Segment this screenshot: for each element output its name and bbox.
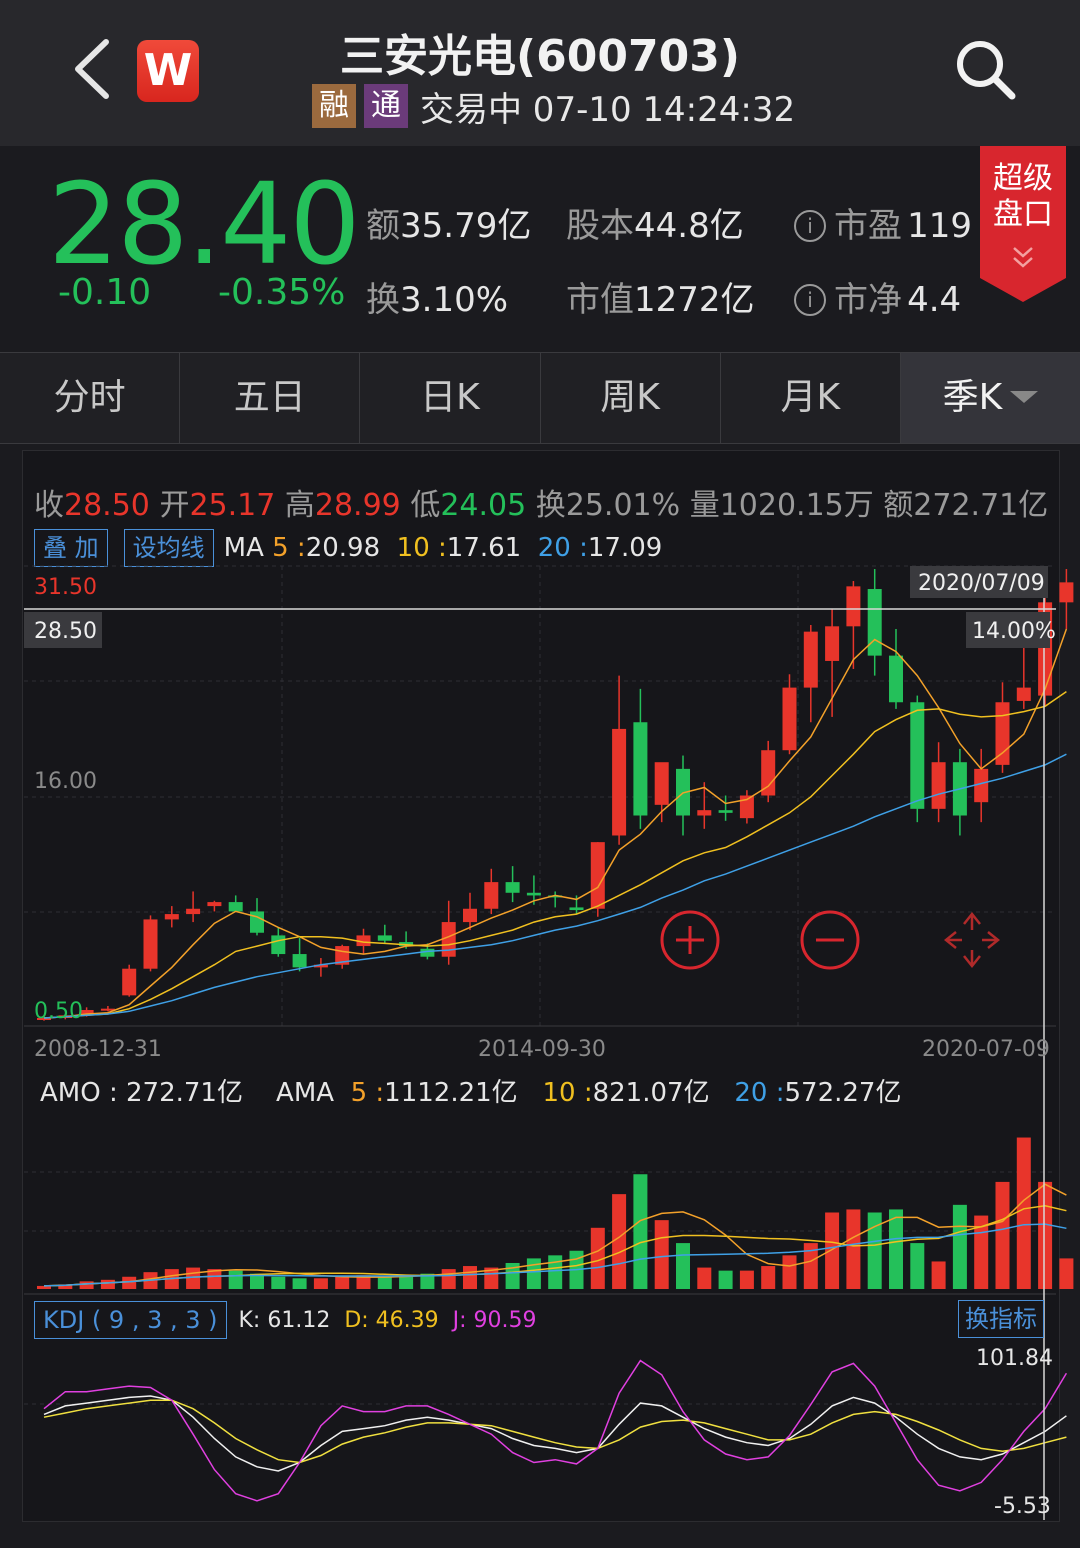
volume-bar [931, 1261, 946, 1289]
volume-bar [548, 1255, 563, 1289]
volume-bar [463, 1266, 477, 1289]
kdj-row: KDJ ( 9 , 3 , 3 ) K: 61.12 D: 46.39 J: 9… [34, 1300, 537, 1340]
kdj-params-button[interactable]: KDJ ( 9 , 3 , 3 ) [34, 1301, 227, 1339]
candle [207, 902, 222, 907]
volume-bar [825, 1212, 840, 1289]
candle [143, 919, 158, 969]
candle [526, 892, 541, 896]
candle [441, 922, 456, 957]
candle [889, 655, 903, 703]
candle [377, 935, 392, 941]
candle [1059, 582, 1074, 603]
candle [782, 687, 797, 751]
candle [867, 589, 882, 656]
volume-bar [697, 1267, 712, 1289]
candle [654, 762, 669, 805]
x-axis-label-mid: 2014-09-30 [478, 1037, 606, 1062]
candle [910, 702, 925, 809]
candle [228, 902, 243, 912]
candle [633, 722, 648, 816]
ama20-key: 20 : [734, 1078, 785, 1108]
candle [250, 911, 264, 933]
volume-bar [952, 1204, 967, 1289]
ama20-value: 572.27亿 [784, 1078, 902, 1108]
candle [271, 935, 286, 955]
x-axis-label-end: 2020-07-09 [922, 1037, 1050, 1062]
volume-bar [186, 1267, 201, 1289]
volume-bar [1016, 1137, 1031, 1289]
amo-row: AMO : 272.71亿 AMA 5 :1112.21亿 10 :821.07… [40, 1072, 901, 1109]
kdj-k-value: K: 61.12 [238, 1307, 331, 1333]
fullscreen-icon[interactable] [943, 911, 1001, 969]
crosshair-pct-label: 14.00% [972, 619, 1056, 644]
y-axis-mid-label: 16.00 [34, 769, 97, 794]
candle [803, 631, 818, 688]
kdj-max-label: 101.84 [976, 1346, 1053, 1371]
candle [931, 762, 946, 809]
switch-indicator-button[interactable]: 换指标 [958, 1300, 1044, 1338]
candle [1016, 687, 1031, 701]
amo-value: 272.71亿 [125, 1078, 243, 1108]
candle [569, 907, 584, 911]
volume-bar [782, 1255, 797, 1289]
volume-bar [676, 1243, 690, 1289]
volume-bar [846, 1209, 861, 1289]
candle [612, 728, 627, 836]
candle [718, 810, 733, 813]
crosshair-price-label: 28.50 [34, 619, 97, 644]
kdj-j-value: J: 90.59 [452, 1307, 537, 1333]
y-axis-top-label: 31.50 [34, 575, 97, 600]
volume-bar [228, 1270, 243, 1289]
volume-bar [910, 1243, 925, 1289]
volume-bar [739, 1270, 754, 1289]
candle [590, 842, 605, 909]
ama5-value: 1112.21亿 [384, 1078, 518, 1108]
volume-bar [271, 1276, 286, 1289]
volume-bar [889, 1209, 903, 1289]
ama10-key: 10 : [542, 1078, 593, 1108]
candle [292, 954, 307, 968]
candle [974, 768, 989, 803]
volume-bar [79, 1281, 94, 1289]
candle [505, 882, 520, 893]
volume-bar [761, 1266, 776, 1289]
candle [164, 914, 179, 920]
volume-bar [612, 1194, 627, 1289]
candle [846, 586, 861, 627]
volume-bar [1059, 1258, 1074, 1289]
x-axis-label-start: 2008-12-31 [34, 1037, 162, 1062]
volume-bar [654, 1220, 669, 1289]
volume-bar [100, 1279, 115, 1289]
amo-label: AMO : [40, 1078, 118, 1108]
volume-bar [335, 1276, 350, 1289]
candle [186, 908, 201, 915]
volume-bar [718, 1270, 733, 1289]
kdj-min-label: -5.53 [994, 1494, 1051, 1519]
candle [463, 908, 477, 923]
y-axis-bottom-label: 0.50 [34, 999, 83, 1024]
zoom-out-button[interactable] [800, 910, 860, 970]
volume-bar [313, 1278, 328, 1289]
volume-bar [441, 1269, 456, 1289]
ma5-line [43, 628, 1068, 1019]
zoom-in-button[interactable] [660, 910, 720, 970]
volume-bar [122, 1276, 137, 1289]
ama5-key: 5 : [350, 1078, 385, 1108]
volume-bar [292, 1278, 307, 1289]
kdj-d-value: D: 46.39 [344, 1307, 439, 1333]
ama-label: AMA [276, 1078, 335, 1108]
candle [825, 626, 840, 661]
candle [484, 882, 499, 909]
volume-bar [633, 1174, 648, 1289]
ama10-value: 821.07亿 [592, 1078, 710, 1108]
volume-bar [526, 1258, 541, 1289]
candle [697, 810, 712, 816]
crosshair-date-label: 2020/07/09 [918, 571, 1045, 596]
volume-bar [377, 1276, 392, 1289]
volume-bar [1038, 1181, 1053, 1289]
volume-bar [995, 1181, 1010, 1289]
candle [995, 702, 1010, 765]
candle [122, 968, 137, 996]
